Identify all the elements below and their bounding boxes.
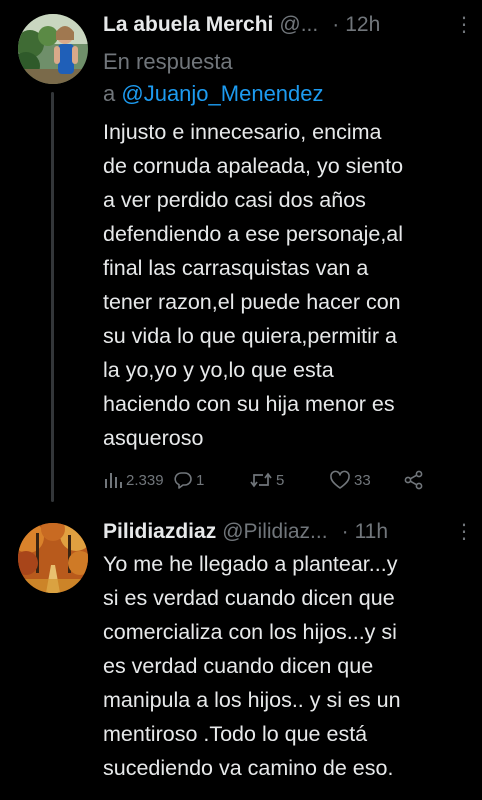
tweet-text-line: manipula a los hijos.. y si es un: [103, 688, 401, 712]
tweet-text-line: Injusto e innecesario, encima: [103, 120, 382, 144]
tweet-text-line: si es verdad cuando dicen que: [103, 586, 395, 610]
separator: ·: [341, 520, 349, 543]
tweet-text-line: Yo me he llegado a plantear...y: [103, 552, 398, 576]
retweet-count: 5: [276, 471, 285, 489]
reply-mention-link[interactable]: @Juanjo_Menendez: [121, 81, 323, 106]
reply-icon: [174, 472, 192, 489]
views-count: 2.339: [126, 471, 164, 489]
tweet-text-line: defendiendo a ese personaje,al: [103, 222, 404, 246]
tweet-text: Yo me he llegado a plantear...y si es ve…: [103, 547, 475, 785]
display-name[interactable]: Pilidiazdiaz: [103, 520, 216, 544]
tweet[interactable]: La abuela Merchi @... · 12h ⋮ En respues…: [0, 0, 482, 507]
retweet-button[interactable]: 5: [249, 466, 284, 494]
tweet-text-line: sucediendo va camino de eso.: [103, 756, 394, 780]
avatar[interactable]: [18, 14, 88, 84]
timestamp[interactable]: 12h: [345, 13, 380, 37]
tweet-text-line: comercializa con los hijos...y si: [103, 620, 397, 644]
share-icon: [404, 470, 423, 490]
reply-a: a: [103, 81, 116, 106]
like-button[interactable]: 33: [329, 466, 371, 494]
handle[interactable]: @...: [279, 13, 318, 37]
tweet-header: Pilidiazdiaz @Pilidiaz... · 11h ⋮: [103, 517, 474, 547]
more-options-icon[interactable]: ⋮: [454, 519, 474, 544]
reply-count: 1: [196, 471, 205, 489]
tweet-text-line: tener razon,el puede hacer con: [103, 290, 401, 314]
retweet-icon: [250, 472, 272, 488]
more-options-icon[interactable]: ⋮: [454, 12, 474, 37]
reply-prefix: En respuesta: [103, 49, 233, 74]
tweet-text-line: a ver perdido casi dos años: [103, 188, 366, 212]
tweet-actions: 2.339 1 5 33: [103, 466, 443, 494]
views-icon: [105, 473, 122, 488]
reply-context: En respuesta a @Juanjo_Menendez: [103, 46, 463, 110]
tweet-header: La abuela Merchi @... · 12h ⋮: [103, 10, 474, 40]
share-button[interactable]: [403, 466, 425, 494]
avatar[interactable]: [18, 523, 88, 593]
tweet-text-line: de cornuda apaleada, yo siento: [103, 154, 404, 178]
tweet-text-line: asqueroso: [103, 426, 204, 450]
tweet-text-line: la yo,yo y yo,lo que esta: [103, 358, 334, 382]
views-button[interactable]: 2.339: [103, 466, 164, 494]
reply-button[interactable]: 1: [173, 466, 204, 494]
tweet-text-line: es verdad cuando dicen que: [103, 654, 374, 678]
tweet-text-line: haciendo con su hija menor es: [103, 392, 395, 416]
timestamp[interactable]: 11h: [355, 520, 388, 544]
separator: ·: [332, 13, 340, 36]
handle[interactable]: @Pilidiaz...: [222, 520, 327, 544]
display-name[interactable]: La abuela Merchi: [103, 13, 273, 37]
thread-line: [51, 92, 54, 502]
tweet[interactable]: Pilidiazdiaz @Pilidiaz... · 11h ⋮ Yo me …: [0, 507, 482, 800]
like-count: 33: [354, 471, 371, 489]
like-icon: [330, 470, 350, 489]
tweet-text: Injusto e innecesario, encima de cornuda…: [103, 115, 475, 455]
tweet-text-line: final las carrasquistas van a: [103, 256, 369, 280]
tweet-text-line: mentiroso .Todo lo que está: [103, 722, 368, 746]
tweet-text-line: su vida lo que quiera,permitir a: [103, 324, 397, 348]
